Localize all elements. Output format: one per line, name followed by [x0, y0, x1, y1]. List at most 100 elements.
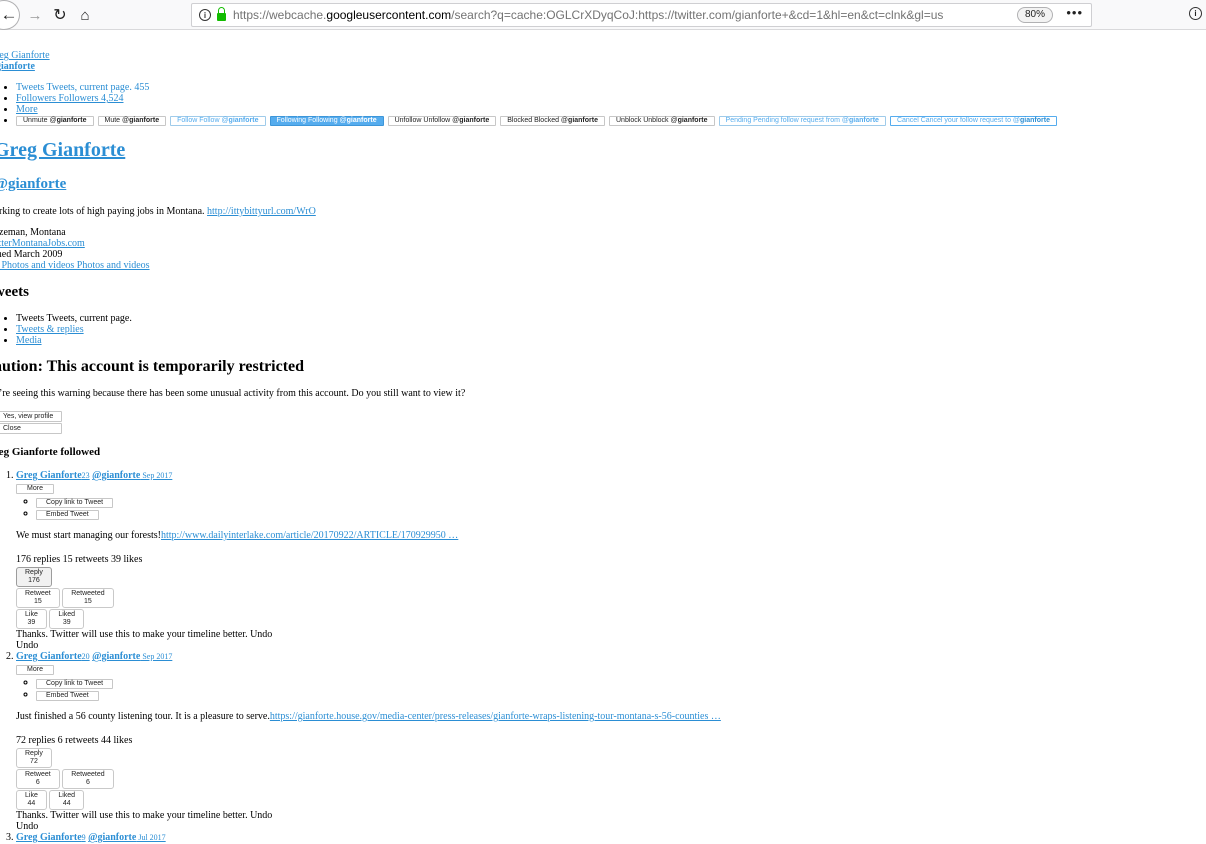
- profile-name[interactable]: Greg Gianforte: [0, 139, 125, 162]
- like-button[interactable]: Like 44: [16, 790, 47, 810]
- reply-row: Reply 176: [16, 567, 1096, 587]
- page-actions-menu-icon[interactable]: •••: [1066, 5, 1083, 20]
- tab-tweets[interactable]: Tweets Tweets, current page.: [16, 313, 132, 324]
- menu-item: Copy link to Tweet: [36, 496, 1096, 508]
- tweet-more-menu: Copy link to Tweet Embed Tweet: [16, 496, 1096, 520]
- menu-item: Copy link to Tweet: [36, 677, 1096, 689]
- tweet-date-link[interactable]: Jul 2017: [136, 833, 165, 842]
- user-actions: Unmute @gianforteMute @gianforteFollow F…: [16, 115, 1057, 126]
- tab-media[interactable]: Media: [16, 335, 132, 346]
- back-arrow-icon[interactable]: ←: [0, 0, 20, 30]
- tweet-date-link[interactable]: Sep 2017: [140, 471, 172, 480]
- tweet-list: Greg Gianforte23 @gianforte Sep 2017 More…: [0, 470, 1096, 844]
- user-action-button[interactable]: Following Following @gianforte: [269, 115, 384, 126]
- tweet-counts: 176 replies 15 retweets 39 likes: [16, 554, 143, 565]
- undo-text[interactable]: Undo: [16, 821, 1096, 832]
- tweet-handle-link[interactable]: @gianforte: [92, 470, 140, 481]
- retweet-row: Retweet 6 Retweeted 6: [16, 769, 1096, 789]
- tweet-link[interactable]: https://gianforte.house.gov/media-center…: [270, 711, 721, 722]
- bio-link[interactable]: http://ittybittyurl.com/WrO: [207, 206, 316, 217]
- tweet-counts: 72 replies 6 retweets 44 likes: [16, 735, 133, 746]
- zoom-level[interactable]: 80%: [1016, 7, 1053, 23]
- caution-title: aution: This account is temporarily rest…: [0, 358, 305, 375]
- user-action-button[interactable]: Unmute @gianforte: [16, 115, 94, 126]
- liked-button[interactable]: Liked 44: [49, 790, 85, 810]
- retweeted-button[interactable]: Retweeted 15: [62, 588, 114, 608]
- user-action-button[interactable]: Mute @gianforte: [97, 115, 167, 126]
- profile-bio: orking to create lots of high paying job…: [0, 206, 316, 217]
- browser-toolbar: ← → ↻ ⌂ i https://webcache.googleusercon…: [0, 0, 1206, 30]
- reload-icon[interactable]: ↻: [51, 3, 69, 27]
- user-action-buttons: Unmute @gianforteMute @gianforteFollow F…: [16, 115, 1057, 126]
- profile-tabs: Tweets Tweets, current page. Tweets & re…: [0, 313, 132, 346]
- forward-arrow-icon[interactable]: →: [26, 3, 44, 27]
- tweet-author-link[interactable]: Greg Gianforte23: [16, 470, 90, 481]
- tweet-more-button[interactable]: More: [16, 484, 54, 494]
- tweet-text: We must start managing our forests!http:…: [16, 530, 459, 541]
- tweet-handle-link[interactable]: @gianforte: [92, 651, 140, 662]
- profile-meta: ozeman, Montana etterMontanaJobs.com ine…: [0, 227, 150, 271]
- feedback-text: Thanks. Twitter will use this to make yo…: [16, 629, 273, 640]
- profile-header-links: reg Gianforte gianforte: [0, 50, 50, 72]
- copy-link-button[interactable]: Copy link to Tweet: [36, 679, 114, 689]
- profile-joined: ined March 2009: [0, 249, 63, 260]
- like-row: Like 44 Liked 44: [16, 790, 1096, 810]
- reply-button[interactable]: Reply 72: [16, 748, 52, 768]
- tweet-item: Greg Gianforte23 @gianforte Sep 2017 More…: [16, 470, 1096, 651]
- tweet-author-link[interactable]: Greg Gianforte20: [16, 651, 90, 662]
- home-icon[interactable]: ⌂: [76, 3, 94, 27]
- retweet-row: Retweet 15 Retweeted 15: [16, 588, 1096, 608]
- retweet-button[interactable]: Retweet 15: [16, 588, 60, 608]
- retweeted-button[interactable]: Retweeted 6: [62, 769, 114, 789]
- tweet-header: Greg Gianforte20 @gianforte Sep 2017: [16, 651, 1096, 663]
- feedback-text: Thanks. Twitter will use this to make yo…: [16, 810, 273, 821]
- reader-info-icon[interactable]: i: [1189, 7, 1202, 20]
- profile-name-link[interactable]: reg Gianforte: [0, 50, 50, 61]
- stat-tweets: Tweets Tweets, current page. 455: [16, 82, 1057, 93]
- embed-tweet-button[interactable]: Embed Tweet: [36, 510, 99, 520]
- retweet-button[interactable]: Retweet 6: [16, 769, 60, 789]
- like-button[interactable]: Like 39: [16, 609, 47, 629]
- user-action-button[interactable]: Blocked Blocked @gianforte: [500, 115, 605, 126]
- stat-followers[interactable]: Followers Followers 4,524: [16, 93, 1057, 104]
- followed-heading: reg Gianforte followed: [0, 446, 101, 458]
- like-row: Like 39 Liked 39: [16, 609, 1096, 629]
- undo-text[interactable]: Undo: [16, 640, 1096, 651]
- view-profile-button[interactable]: Yes, view profile: [0, 411, 62, 422]
- user-action-button[interactable]: Pending Pending follow request from @gia…: [718, 115, 886, 126]
- user-action-button[interactable]: Follow Follow @gianforte: [170, 115, 266, 126]
- reply-row: Reply 72: [16, 748, 1096, 768]
- close-button[interactable]: Close: [0, 423, 62, 434]
- liked-button[interactable]: Liked 39: [49, 609, 85, 629]
- tweet-more-button[interactable]: More: [16, 665, 54, 675]
- user-action-button[interactable]: Unblock Unblock @gianforte: [609, 115, 715, 126]
- tab-replies[interactable]: Tweets & replies: [16, 324, 132, 335]
- tweet-item: Greg Gianforte20 @gianforte Sep 2017 More…: [16, 651, 1096, 832]
- url-text[interactable]: https://webcache.googleusercontent.com/s…: [233, 8, 943, 22]
- tweet-text: Just finished a 56 county listening tour…: [16, 711, 721, 722]
- profile-stats-list: Tweets Tweets, current page. 455 Followe…: [0, 82, 1057, 126]
- embed-tweet-button[interactable]: Embed Tweet: [36, 691, 99, 701]
- tweet-more-menu: Copy link to Tweet Embed Tweet: [16, 677, 1096, 701]
- tweet-header: Greg Gianforte23 @gianforte Sep 2017: [16, 470, 1096, 482]
- user-action-button[interactable]: Cancel Cancel your follow request to @gi…: [889, 115, 1057, 126]
- profile-handle[interactable]: @gianforte: [0, 176, 66, 193]
- user-action-button[interactable]: Unfollow Unfollow @gianforte: [387, 115, 497, 126]
- caution-buttons: Yes, view profile Close: [0, 411, 62, 434]
- tweet-link[interactable]: http://www.dailyinterlake.com/article/20…: [161, 530, 458, 541]
- lock-icon[interactable]: [217, 7, 226, 21]
- caution-text: u’re seeing this warning because there h…: [0, 388, 466, 399]
- stat-more[interactable]: More: [16, 104, 1057, 115]
- profile-handle-link[interactable]: gianforte: [0, 61, 50, 72]
- menu-item: Embed Tweet: [36, 689, 1096, 701]
- copy-link-button[interactable]: Copy link to Tweet: [36, 498, 114, 508]
- profile-location: ozeman, Montana: [0, 227, 66, 238]
- info-icon[interactable]: i: [199, 9, 211, 21]
- profile-website-link[interactable]: etterMontanaJobs.com: [0, 238, 85, 249]
- tweets-heading: weets: [0, 284, 29, 300]
- reply-button[interactable]: Reply 176: [16, 567, 52, 587]
- address-bar[interactable]: i https://webcache.googleusercontent.com…: [191, 3, 1092, 27]
- photos-videos-link[interactable]: 8 Photos and videos Photos and videos: [0, 260, 150, 271]
- tweet-date-link[interactable]: Sep 2017: [140, 652, 172, 661]
- menu-item: Embed Tweet: [36, 508, 1096, 520]
